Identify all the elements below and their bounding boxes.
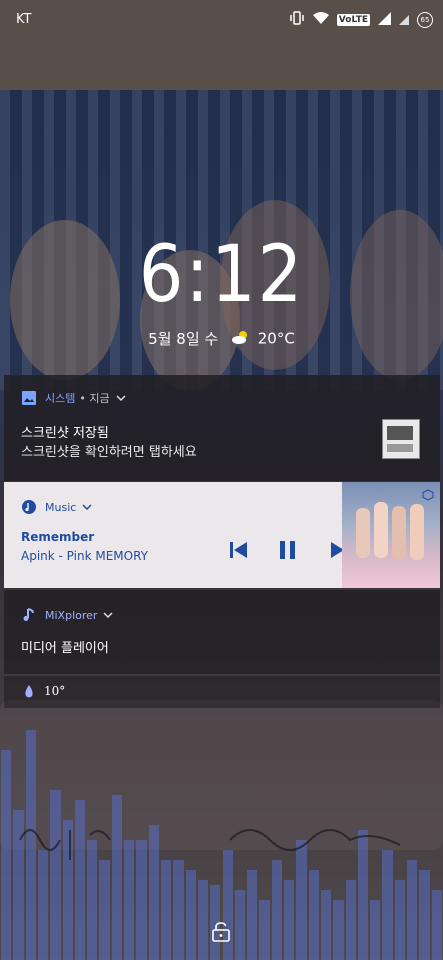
notification-text: 스크린샷을 확인하려면 탭하세요 xyxy=(21,445,197,460)
status-bar: KT VoLTE 65 xyxy=(0,0,443,40)
lockscreen-temperature: 20°C xyxy=(257,329,295,348)
track-title: Remember xyxy=(21,530,95,544)
notification-app-name: MiXplorer xyxy=(45,608,98,622)
chevron-down-icon[interactable] xyxy=(103,609,113,622)
music-note-icon xyxy=(22,500,36,514)
signal-icon xyxy=(399,10,409,29)
signal-icon xyxy=(378,10,391,29)
lockscreen-clock: 6:12 xyxy=(138,230,305,320)
vibrate-icon xyxy=(289,10,305,29)
carrier-label: KT xyxy=(16,12,32,27)
lock-open-icon[interactable] xyxy=(212,922,230,946)
music-note-icon xyxy=(22,608,36,622)
chevron-down-icon[interactable] xyxy=(116,392,126,405)
notification-text: 미디어 플레이어 xyxy=(21,641,109,656)
notification-mixplorer[interactable]: MiXplorer 미디어 플레이어 xyxy=(4,590,440,674)
hexagon-icon xyxy=(422,486,434,505)
lockscreen-date-row: 5월 8일 수 20°C xyxy=(0,328,443,349)
weather-value: 10° xyxy=(44,684,66,698)
chevron-down-icon[interactable] xyxy=(82,501,92,514)
cloud-sun-icon xyxy=(231,330,254,348)
notification-header: 시스템 • 지금 xyxy=(22,390,126,406)
album-art xyxy=(342,482,440,588)
notification-header: MiXplorer xyxy=(22,608,113,622)
notification-app-name: 시스템 xyxy=(45,392,76,405)
wifi-icon xyxy=(312,10,329,29)
image-icon xyxy=(22,391,36,405)
album-cover-text xyxy=(19,829,401,860)
notification-time: • 지금 xyxy=(79,392,110,405)
notification-app-name: Music xyxy=(45,500,77,514)
pause-icon[interactable] xyxy=(278,540,298,564)
notification-music-player[interactable]: Music Remember Apink - Pink MEMORY xyxy=(4,482,440,588)
skip-previous-icon[interactable] xyxy=(228,540,248,564)
volte-icon: VoLTE xyxy=(336,13,370,26)
notification-header: Music xyxy=(22,500,92,514)
battery-icon: 65 xyxy=(417,11,433,28)
lockscreen-date: 5월 8일 수 xyxy=(148,330,219,348)
notification-title: 스크린샷 저장됨 xyxy=(21,426,109,441)
notification-screenshot[interactable]: 시스템 • 지금 스크린샷 저장됨 스크린샷을 확인하려면 탭하세요 xyxy=(4,375,440,481)
track-artist: Apink - Pink MEMORY xyxy=(21,549,148,563)
screenshot-thumbnail xyxy=(382,419,420,459)
